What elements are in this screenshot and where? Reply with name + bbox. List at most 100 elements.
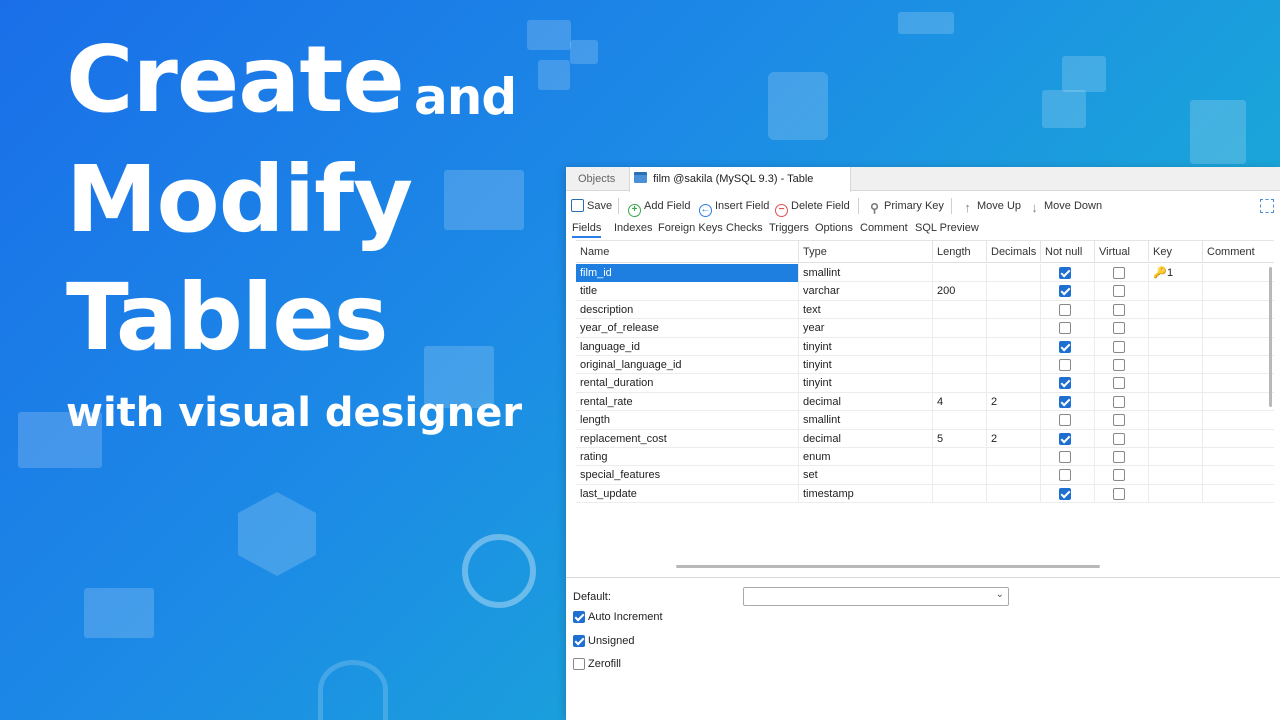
column-header-decimals[interactable]: Decimals	[987, 241, 1041, 263]
not-null-checkbox[interactable]	[1059, 414, 1071, 427]
not-null-checkbox[interactable]	[1059, 432, 1071, 445]
not-null-checkbox[interactable]	[1059, 395, 1071, 408]
unsigned-checkbox[interactable]	[573, 635, 585, 647]
not-null-checkbox[interactable]	[1059, 267, 1071, 279]
table-row[interactable]: replacement_cost decimal 5 2	[576, 429, 1274, 448]
virtual-checkbox[interactable]	[1113, 267, 1125, 279]
table-row[interactable]: rental_duration tinyint	[576, 374, 1274, 393]
subtab-fields[interactable]: Fields	[572, 218, 602, 238]
cell-comment[interactable]	[1203, 356, 1274, 374]
horizontal-scrollbar[interactable]	[676, 565, 1100, 568]
cell-key[interactable]	[1149, 282, 1203, 301]
not-null-checkbox[interactable]	[1059, 340, 1071, 353]
cell-type[interactable]: smallint	[799, 411, 933, 430]
table-row[interactable]: title varchar 200	[576, 282, 1274, 301]
cell-type[interactable]: timestamp	[799, 484, 933, 503]
cell-decimals[interactable]	[987, 374, 1041, 393]
cell-length[interactable]	[933, 484, 987, 503]
cell-name[interactable]: language_id	[576, 337, 799, 356]
cell-length[interactable]: 200	[933, 282, 987, 301]
cell-type[interactable]: year	[799, 319, 933, 338]
cell-comment[interactable]	[1203, 301, 1274, 319]
cell-length[interactable]	[933, 466, 987, 485]
not-null-checkbox[interactable]	[1059, 451, 1071, 463]
subtab-sql-preview[interactable]: SQL Preview	[915, 218, 979, 238]
cell-type[interactable]: smallint	[799, 264, 933, 282]
virtual-checkbox[interactable]	[1113, 377, 1125, 390]
virtual-checkbox[interactable]	[1113, 340, 1125, 353]
cell-length[interactable]	[933, 374, 987, 393]
cell-length[interactable]	[933, 411, 987, 430]
virtual-checkbox[interactable]	[1113, 451, 1125, 463]
cell-name[interactable]: rating	[576, 448, 799, 466]
cell-key[interactable]	[1149, 466, 1203, 485]
cell-key[interactable]	[1149, 448, 1203, 466]
cell-comment[interactable]	[1203, 485, 1274, 503]
cell-comment[interactable]	[1203, 264, 1274, 282]
cell-comment[interactable]	[1203, 319, 1274, 337]
cell-comment[interactable]	[1203, 466, 1274, 484]
cell-name[interactable]: year_of_release	[576, 319, 799, 338]
cell-key[interactable]	[1149, 300, 1203, 319]
move-up-button[interactable]: ↑ Move Up	[961, 195, 1021, 217]
cell-length[interactable]	[933, 356, 987, 374]
cell-decimals[interactable]	[987, 282, 1041, 301]
table-row[interactable]: original_language_id tinyint	[576, 356, 1274, 375]
insert-field-button[interactable]: ← Insert Field	[699, 195, 769, 217]
cell-comment[interactable]	[1203, 282, 1274, 300]
table-row[interactable]: year_of_release year	[576, 319, 1274, 338]
not-null-checkbox[interactable]	[1059, 285, 1071, 298]
auto-increment-checkbox[interactable]	[573, 611, 585, 623]
cell-name[interactable]: rental_duration	[576, 374, 799, 393]
vertical-scrollbar[interactable]	[1269, 267, 1272, 407]
subtab-checks[interactable]: Checks	[726, 218, 763, 238]
cell-decimals[interactable]	[987, 264, 1041, 282]
cell-comment[interactable]	[1203, 374, 1274, 392]
cell-length[interactable]	[933, 264, 987, 282]
cell-key[interactable]	[1149, 429, 1203, 448]
cell-type[interactable]: decimal	[799, 392, 933, 411]
cell-key[interactable]	[1149, 484, 1203, 503]
cell-name[interactable]: film_id	[576, 264, 799, 282]
cell-decimals[interactable]	[987, 337, 1041, 356]
cell-length[interactable]: 5	[933, 429, 987, 448]
not-null-checkbox[interactable]	[1059, 322, 1071, 335]
column-header-virtual[interactable]: Virtual	[1095, 241, 1149, 263]
cell-name[interactable]: description	[576, 300, 799, 319]
table-row[interactable]: last_update timestamp	[576, 484, 1274, 504]
cell-comment[interactable]	[1203, 338, 1274, 356]
virtual-checkbox[interactable]	[1113, 359, 1125, 371]
delete-field-button[interactable]: − Delete Field	[775, 195, 850, 217]
cell-decimals[interactable]	[987, 356, 1041, 374]
not-null-checkbox[interactable]	[1059, 359, 1071, 371]
cell-comment[interactable]	[1203, 411, 1274, 429]
virtual-checkbox[interactable]	[1113, 432, 1125, 445]
table-row[interactable]: special_features set	[576, 466, 1274, 485]
zerofill-checkbox[interactable]	[573, 658, 585, 670]
cell-decimals[interactable]	[987, 484, 1041, 503]
subtab-comment[interactable]: Comment	[860, 218, 908, 238]
subtab-indexes[interactable]: Indexes	[614, 218, 653, 238]
cell-name[interactable]: original_language_id	[576, 356, 799, 374]
virtual-checkbox[interactable]	[1113, 303, 1125, 316]
save-button[interactable]: Save	[571, 195, 612, 217]
cell-key[interactable]	[1149, 392, 1203, 411]
column-header-name[interactable]: Name	[576, 241, 799, 263]
not-null-checkbox[interactable]	[1059, 469, 1071, 482]
virtual-checkbox[interactable]	[1113, 285, 1125, 298]
cell-type[interactable]: text	[799, 300, 933, 319]
cell-name[interactable]: length	[576, 411, 799, 430]
virtual-checkbox[interactable]	[1113, 322, 1125, 335]
default-value-select[interactable]: ⌄	[743, 587, 1009, 606]
table-row[interactable]: rating enum	[576, 448, 1274, 467]
column-header-type[interactable]: Type	[799, 241, 933, 263]
cell-length[interactable]	[933, 448, 987, 466]
virtual-checkbox[interactable]	[1113, 414, 1125, 427]
cell-decimals[interactable]	[987, 319, 1041, 338]
cell-name[interactable]: special_features	[576, 466, 799, 485]
virtual-checkbox[interactable]	[1113, 469, 1125, 482]
table-row[interactable]: description text	[576, 300, 1274, 320]
tab-objects[interactable]: Objects	[566, 167, 628, 191]
virtual-checkbox[interactable]	[1113, 395, 1125, 408]
move-down-button[interactable]: ↓ Move Down	[1028, 195, 1102, 217]
